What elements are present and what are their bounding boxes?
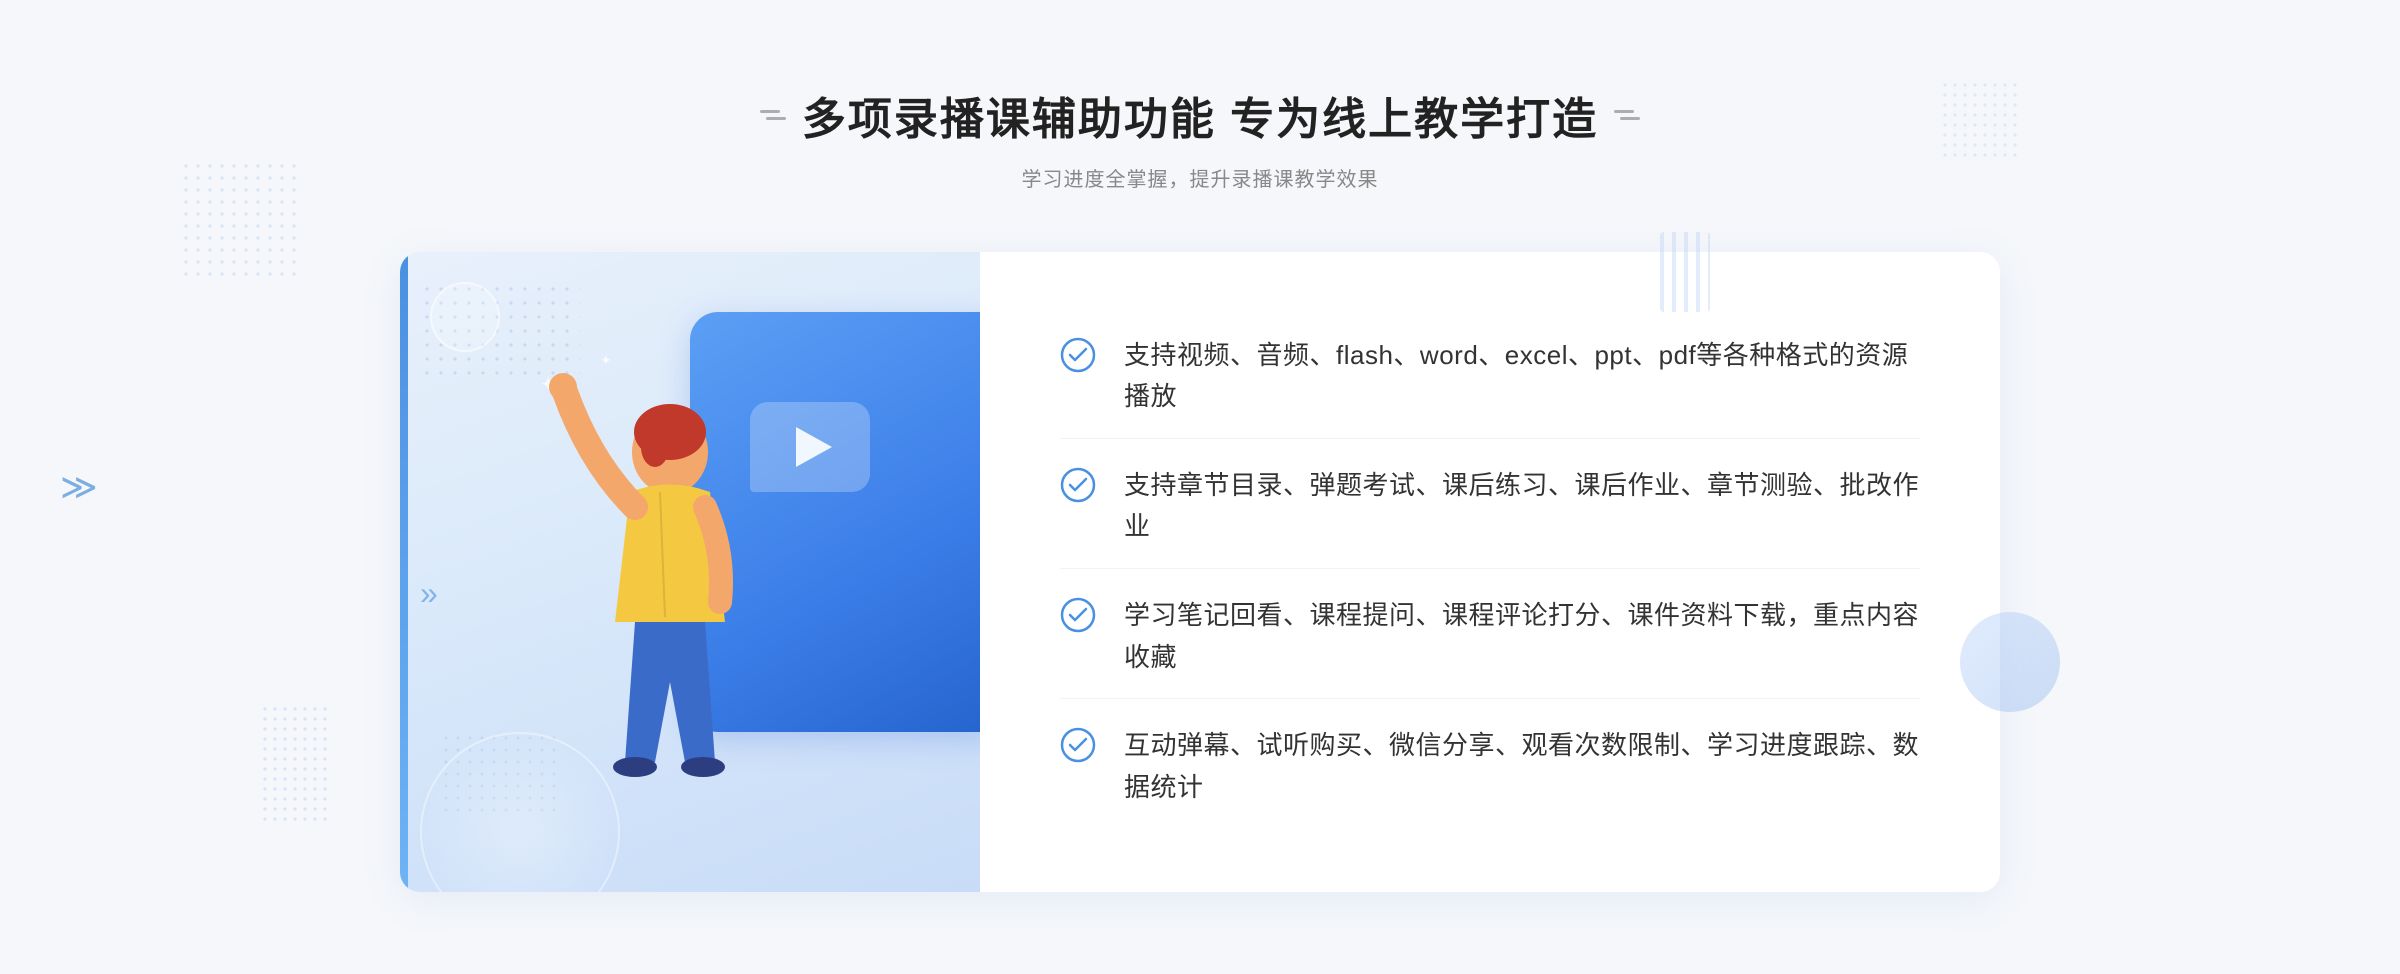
page-subtitle: 学习进度全掌握，提升录播课教学效果	[760, 163, 1640, 192]
dots-decoration-left	[180, 160, 300, 280]
check-icon-4	[1060, 727, 1096, 763]
title-wrapper: 多项录播课辅助功能 专为线上教学打造	[760, 83, 1640, 147]
illustration-panel: ✦ ✦	[400, 252, 980, 892]
dots-decoration-right	[1940, 80, 2020, 160]
feature-text-4: 互动弹幕、试听购买、微信分享、观看次数限制、学习进度跟踪、数据统计	[1124, 725, 1920, 808]
header-decorator-right	[1614, 110, 1640, 120]
feature-item-4: 互动弹幕、试听购买、微信分享、观看次数限制、学习进度跟踪、数据统计	[1060, 705, 1920, 828]
check-icon-2	[1060, 467, 1096, 503]
check-icon-3	[1060, 597, 1096, 633]
main-content-card: ✦ ✦	[400, 252, 2000, 892]
feature-item-3: 学习笔记回看、课程提问、课程评论打分、课件资料下载，重点内容收藏	[1060, 575, 1920, 699]
features-panel: 支持视频、音频、flash、word、excel、ppt、pdf等各种格式的资源…	[980, 252, 2000, 892]
dots-decoration-bottom-left	[260, 704, 330, 824]
check-icon-1	[1060, 337, 1096, 373]
header-decorator-left	[760, 110, 786, 120]
stripe-decoration	[1660, 232, 1710, 312]
chevron-left-icon: ≫	[60, 466, 98, 508]
feature-text-2: 支持章节目录、弹题考试、课后练习、课后作业、章节测验、批改作业	[1124, 465, 1920, 548]
feature-text-3: 学习笔记回看、课程提问、课程评论打分、课件资料下载，重点内容收藏	[1124, 595, 1920, 678]
page-title: 多项录播课辅助功能 专为线上教学打造	[802, 83, 1598, 147]
feature-item-1: 支持视频、音频、flash、word、excel、ppt、pdf等各种格式的资源…	[1060, 315, 1920, 439]
illus-stripe	[400, 252, 408, 892]
illus-chevron-icon: »	[420, 575, 438, 612]
feature-item-2: 支持章节目录、弹题考试、课后练习、课后作业、章节测验、批改作业	[1060, 445, 1920, 569]
page-wrapper: ≫ 多项录播课辅助功能 专为线上教学打造 学习进度全掌握，提升录播课教学效果	[0, 0, 2400, 974]
feature-text-1: 支持视频、音频、flash、word、excel、ppt、pdf等各种格式的资源…	[1124, 335, 1920, 418]
figure-illustration	[460, 332, 800, 892]
play-icon	[796, 427, 832, 467]
outside-circle-blue	[1960, 612, 2060, 712]
header-section: 多项录播课辅助功能 专为线上教学打造 学习进度全掌握，提升录播课教学效果	[760, 83, 1640, 192]
